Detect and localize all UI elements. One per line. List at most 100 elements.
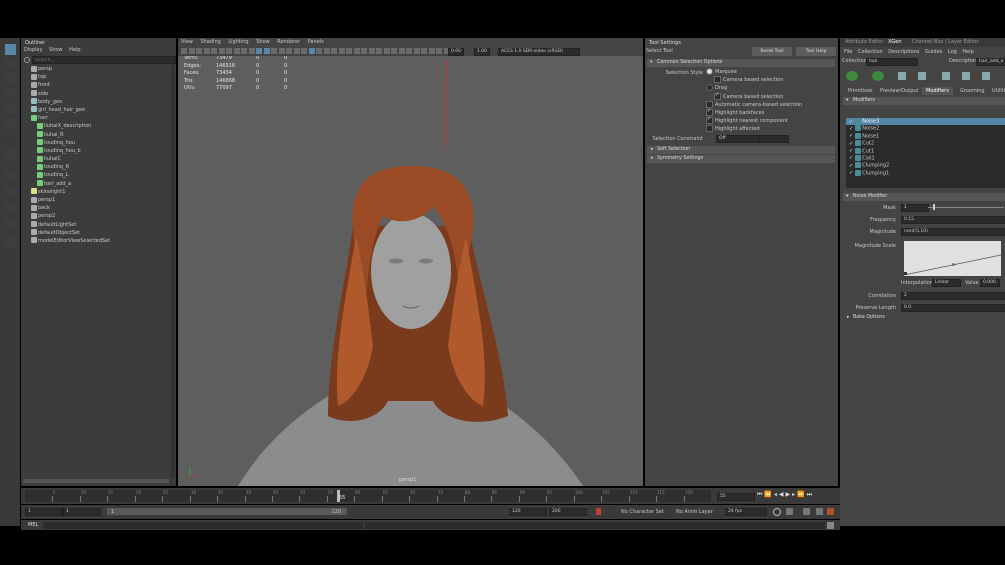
viewport-toolbar-icon[interactable] <box>361 47 367 54</box>
preserve-length-field[interactable]: 0.0 <box>901 304 1005 312</box>
xgen-menu-help[interactable]: Help <box>962 49 973 55</box>
viewport-toolbar-icon[interactable] <box>203 47 210 54</box>
audio-icon[interactable] <box>803 508 810 515</box>
checkbox-icon[interactable] <box>706 115 713 125</box>
gamma-field[interactable]: 1.00 <box>474 48 490 56</box>
mask-field[interactable]: 1 <box>901 204 929 212</box>
outliner-item[interactable]: toudinq_L <box>23 171 169 179</box>
search-icon[interactable] <box>5 236 16 247</box>
selection-option[interactable]: Automatic camera-based selection <box>706 100 836 109</box>
outliner-item[interactable]: side <box>23 90 169 98</box>
outliner-item[interactable]: liuhai_R <box>23 131 169 139</box>
viewport-toolbar-icon[interactable] <box>241 47 247 54</box>
modifiers-frame[interactable]: ▾ Modifiers <box>843 97 1005 105</box>
outliner-menu-show[interactable]: Show <box>49 47 63 53</box>
modifier-item[interactable]: ✓ Clumping2 <box>846 162 1005 169</box>
viewport-toolbar-icon[interactable] <box>323 47 330 54</box>
exposure-field[interactable]: 0.00 <box>448 48 464 56</box>
bake-options-frame[interactable]: ▸ Bake Options <box>843 314 1005 322</box>
viewport-toolbar-icon[interactable] <box>383 47 390 54</box>
outliner-menu-display[interactable]: Display <box>24 47 42 53</box>
viewport-toolbar-icon[interactable] <box>248 47 255 54</box>
prefs-icon[interactable] <box>816 508 823 515</box>
auto-key-icon[interactable] <box>596 508 601 515</box>
outliner-item[interactable]: defaultObjectSet <box>23 229 169 237</box>
viewport-toolbar-icon[interactable] <box>286 47 292 54</box>
xgen-menu-collection[interactable]: Collection <box>858 49 883 55</box>
viewport-toolbar-icon[interactable] <box>301 47 307 54</box>
outliner-item[interactable]: toudinq_R <box>23 163 169 171</box>
viewport-toolbar-icon[interactable] <box>181 47 187 54</box>
groom-icon[interactable] <box>918 72 926 80</box>
value-field[interactable]: 0.000 <box>980 279 1000 287</box>
symmetry-settings-frame[interactable]: ▸ Symmetry Settings <box>647 155 835 163</box>
viewport-toolbar-icon[interactable] <box>271 47 277 54</box>
soft-selection-frame[interactable]: ▸ Soft Selection <box>647 146 835 154</box>
fps-dropdown[interactable]: 24 fps <box>725 508 767 516</box>
outliner-item[interactable]: hair <box>23 114 169 122</box>
subtab-primitives[interactable]: Primitives <box>848 87 873 95</box>
outliner-item[interactable]: persp <box>23 65 169 73</box>
play-back-icon[interactable]: ◀ <box>779 491 786 498</box>
viewport-toolbar-icon[interactable] <box>413 47 420 54</box>
xgen-menu-guides[interactable]: Guides <box>925 49 942 55</box>
outliner-item[interactable]: front <box>23 81 169 89</box>
viewport-toolbar-icon[interactable] <box>218 47 225 54</box>
checkbox-icon[interactable] <box>714 91 721 100</box>
command-input[interactable] <box>43 522 363 529</box>
subtab-modifiers[interactable]: Modifiers <box>922 87 953 95</box>
description-dropdown[interactable]: hair_add_a <box>976 58 1005 66</box>
end-time-field[interactable]: 200 <box>549 508 587 516</box>
correlation-field[interactable]: 2 <box>901 292 1005 300</box>
viewport-toolbar-icon[interactable] <box>428 47 435 54</box>
guide-icon[interactable] <box>898 72 906 80</box>
rotate-tool-icon[interactable] <box>5 103 16 114</box>
common-selection-frame[interactable]: ▾ Common Selection Options <box>647 59 835 67</box>
radio-button-icon[interactable] <box>706 84 713 92</box>
interpolation-dropdown[interactable]: Linear <box>932 279 961 287</box>
modifier-enabled-check-icon[interactable]: ✓ <box>849 126 853 132</box>
anim-layer-dropdown[interactable]: No Anim Layer <box>676 509 713 515</box>
outliner-item[interactable]: defaultLightSet <box>23 221 169 229</box>
current-frame-field[interactable]: 55 <box>717 493 755 501</box>
loop-icon[interactable] <box>773 508 781 516</box>
range-bar[interactable]: 1 120 <box>107 508 347 515</box>
layout-single-icon[interactable] <box>5 170 16 181</box>
modifier-enabled-check-icon[interactable]: ✓ <box>849 163 853 169</box>
outliner-item[interactable]: top <box>23 73 169 81</box>
modifier-enabled-check-icon[interactable]: ✓ <box>849 133 853 139</box>
outliner-hscroll[interactable] <box>23 479 169 483</box>
frequency-field[interactable]: 0.15 <box>901 216 1005 224</box>
radio-button-icon[interactable] <box>706 68 713 75</box>
settings-icon[interactable] <box>827 508 834 515</box>
time-slider[interactable]: 5 10 15 20 25 30 35 40 45 50 55 60 65 70 75 80 85 90 95 100… <box>21 488 840 504</box>
viewport-toolbar-icon[interactable] <box>308 47 315 54</box>
select-tool-icon[interactable] <box>5 44 16 55</box>
viewport-scene[interactable]: Verts: 73479 0 0 Edges: 146916 0 0 Faces: 73434 0 0… <box>178 56 643 486</box>
viewport-menu-shading[interactable]: Shading <box>200 39 220 45</box>
viewport-toolbar-icon[interactable] <box>398 47 405 54</box>
output-icon[interactable] <box>962 72 970 80</box>
outliner-item[interactable]: persp1 <box>23 196 169 204</box>
mask-slider[interactable] <box>928 207 1004 208</box>
outliner-item[interactable]: persp2 <box>23 212 169 220</box>
viewport-toolbar-icon[interactable] <box>278 47 285 54</box>
viewport-toolbar-icon[interactable] <box>226 47 232 54</box>
viewport-toolbar-icon[interactable] <box>353 47 360 54</box>
modifier-item[interactable]: ✓ Cut2 <box>846 140 1005 147</box>
viewport-toolbar-icon[interactable] <box>211 47 217 54</box>
modifier-item[interactable]: ✓ Noise2 <box>846 125 1005 132</box>
tab-xgen[interactable]: XGen <box>888 38 902 47</box>
viewport-toolbar-icon[interactable] <box>263 47 270 54</box>
modifier-enabled-check-icon[interactable]: ✓ <box>849 148 853 154</box>
modifier-item[interactable]: ✓ Clumping1 <box>846 169 1005 177</box>
modifier-item[interactable]: ✓ Noise3 <box>846 118 1005 126</box>
viewport-toolbar-icon[interactable] <box>421 47 427 54</box>
xgen-menu-file[interactable]: File <box>844 49 852 55</box>
viewport-toolbar-icon[interactable] <box>196 47 202 54</box>
selection-constraint-dropdown[interactable]: Off <box>716 135 760 143</box>
outliner-item[interactable]: back <box>23 204 169 212</box>
selection-option[interactable]: Drag <box>706 84 836 92</box>
tool-help-button[interactable]: Tool Help <box>796 47 836 56</box>
viewport-toolbar-icon[interactable] <box>436 47 442 54</box>
